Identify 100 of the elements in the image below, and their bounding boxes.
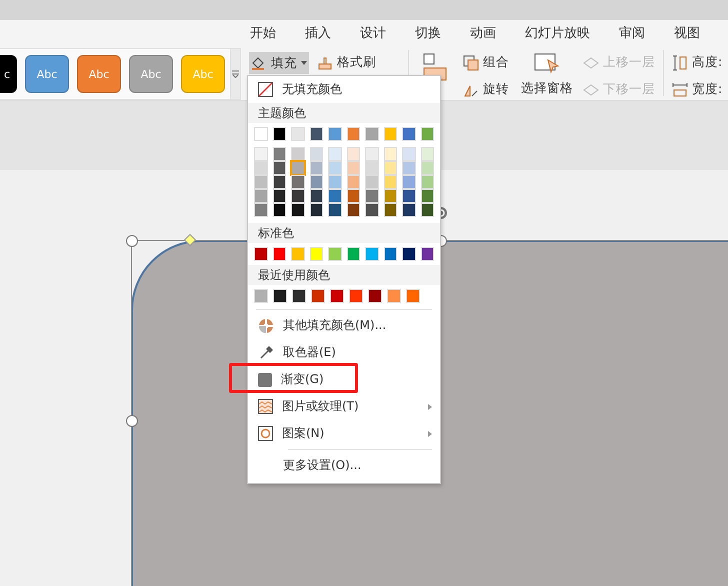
color-swatch[interactable] (384, 127, 397, 141)
color-swatch[interactable] (402, 161, 416, 175)
selection-pane-button[interactable]: 选择窗格 (519, 50, 575, 99)
color-swatch[interactable] (310, 203, 323, 217)
color-swatch[interactable] (365, 203, 378, 217)
color-swatch[interactable] (291, 147, 304, 161)
color-swatch[interactable] (402, 247, 416, 261)
color-swatch[interactable] (272, 203, 286, 217)
color-swatch[interactable] (328, 127, 342, 141)
color-swatch[interactable] (328, 147, 342, 161)
fill-button[interactable]: 填充 (249, 52, 309, 74)
color-swatch[interactable] (346, 203, 360, 217)
ribbon-tab[interactable]: 设计 (360, 24, 386, 42)
color-swatch[interactable] (420, 175, 434, 189)
color-swatch[interactable] (346, 247, 360, 261)
color-swatch[interactable] (365, 161, 378, 175)
color-swatch[interactable] (254, 289, 268, 303)
color-swatch[interactable] (310, 161, 323, 175)
color-swatch[interactable] (310, 147, 323, 161)
no-fill-menu-item[interactable]: 无填充颜色 (248, 76, 440, 103)
color-swatch[interactable] (420, 127, 434, 141)
color-swatch[interactable] (384, 203, 397, 217)
ribbon-tab[interactable]: 审阅 (619, 24, 645, 42)
ribbon-tab[interactable]: 插入 (305, 24, 331, 42)
color-swatch[interactable] (273, 289, 287, 303)
color-swatch[interactable] (402, 127, 416, 141)
color-swatch[interactable] (406, 289, 420, 303)
color-swatch[interactable] (291, 247, 304, 261)
color-swatch[interactable] (272, 189, 286, 203)
color-swatch[interactable] (254, 189, 268, 203)
format-painter-button[interactable]: 格式刷 (315, 52, 378, 73)
color-swatch[interactable] (365, 175, 378, 189)
color-swatch[interactable] (402, 147, 416, 161)
color-swatch[interactable] (365, 147, 378, 161)
ribbon-tab[interactable]: 幻灯片放映 (525, 24, 590, 42)
color-swatch[interactable] (254, 247, 268, 261)
color-swatch[interactable] (346, 147, 360, 161)
menu-item[interactable]: 图片或纹理(T) (248, 393, 440, 420)
color-swatch[interactable] (402, 175, 416, 189)
color-swatch[interactable] (310, 127, 323, 141)
color-swatch[interactable] (254, 147, 268, 161)
color-swatch[interactable] (272, 147, 286, 161)
color-swatch[interactable] (346, 189, 360, 203)
color-swatch[interactable] (420, 147, 434, 161)
color-swatch[interactable] (420, 247, 434, 261)
color-swatch[interactable] (330, 289, 344, 303)
color-swatch[interactable] (292, 289, 306, 303)
color-swatch[interactable] (346, 161, 360, 175)
color-swatch[interactable] (384, 161, 397, 175)
color-swatch[interactable] (328, 161, 342, 175)
color-swatch[interactable] (346, 127, 360, 141)
color-swatch[interactable] (384, 147, 397, 161)
color-swatch[interactable] (310, 247, 323, 261)
color-swatch[interactable] (272, 161, 286, 175)
color-swatch[interactable] (254, 203, 268, 217)
color-swatch[interactable] (328, 203, 342, 217)
ribbon-tab[interactable]: 视图 (674, 24, 700, 42)
color-swatch[interactable] (291, 175, 304, 189)
color-swatch[interactable] (254, 161, 268, 175)
color-swatch[interactable] (368, 289, 382, 303)
color-swatch[interactable] (365, 189, 378, 203)
color-swatch[interactable] (291, 203, 304, 217)
resize-handle[interactable] (126, 235, 138, 247)
gallery-more-button[interactable] (230, 49, 240, 99)
color-swatch[interactable] (254, 127, 268, 141)
menu-item[interactable]: 取色器(E) (248, 339, 440, 366)
group-button[interactable]: 组合 (461, 52, 511, 73)
color-swatch[interactable] (384, 175, 397, 189)
color-swatch[interactable] (272, 175, 286, 189)
color-swatch[interactable] (328, 189, 342, 203)
color-swatch[interactable] (420, 161, 434, 175)
color-swatch[interactable] (291, 161, 304, 175)
shape-style-button[interactable]: c (0, 55, 17, 93)
color-swatch[interactable] (387, 289, 401, 303)
color-swatch[interactable] (310, 189, 323, 203)
color-swatch[interactable] (311, 289, 325, 303)
ribbon-tab[interactable]: 动画 (470, 24, 496, 42)
color-swatch[interactable] (346, 175, 360, 189)
menu-item[interactable]: 其他填充颜色(M)... (248, 312, 440, 339)
resize-handle[interactable] (126, 415, 138, 427)
menu-item[interactable]: 图案(N) (248, 420, 440, 447)
color-swatch[interactable] (272, 247, 286, 261)
color-swatch[interactable] (420, 203, 434, 217)
adjust-handle[interactable] (184, 234, 196, 246)
color-swatch[interactable] (328, 175, 342, 189)
color-swatch[interactable] (349, 289, 363, 303)
color-swatch[interactable] (384, 247, 397, 261)
color-swatch[interactable] (402, 189, 416, 203)
color-swatch[interactable] (402, 203, 416, 217)
color-swatch[interactable] (310, 175, 323, 189)
color-swatch[interactable] (272, 127, 286, 141)
ribbon-tab[interactable]: 开始 (250, 24, 276, 42)
color-swatch[interactable] (384, 189, 397, 203)
color-swatch[interactable] (365, 247, 378, 261)
color-swatch[interactable] (328, 247, 342, 261)
ribbon-tab[interactable]: 切换 (415, 24, 441, 42)
rotate-button[interactable]: 旋转 (461, 79, 511, 100)
color-swatch[interactable] (254, 175, 268, 189)
color-swatch[interactable] (420, 189, 434, 203)
color-swatch[interactable] (291, 127, 304, 141)
